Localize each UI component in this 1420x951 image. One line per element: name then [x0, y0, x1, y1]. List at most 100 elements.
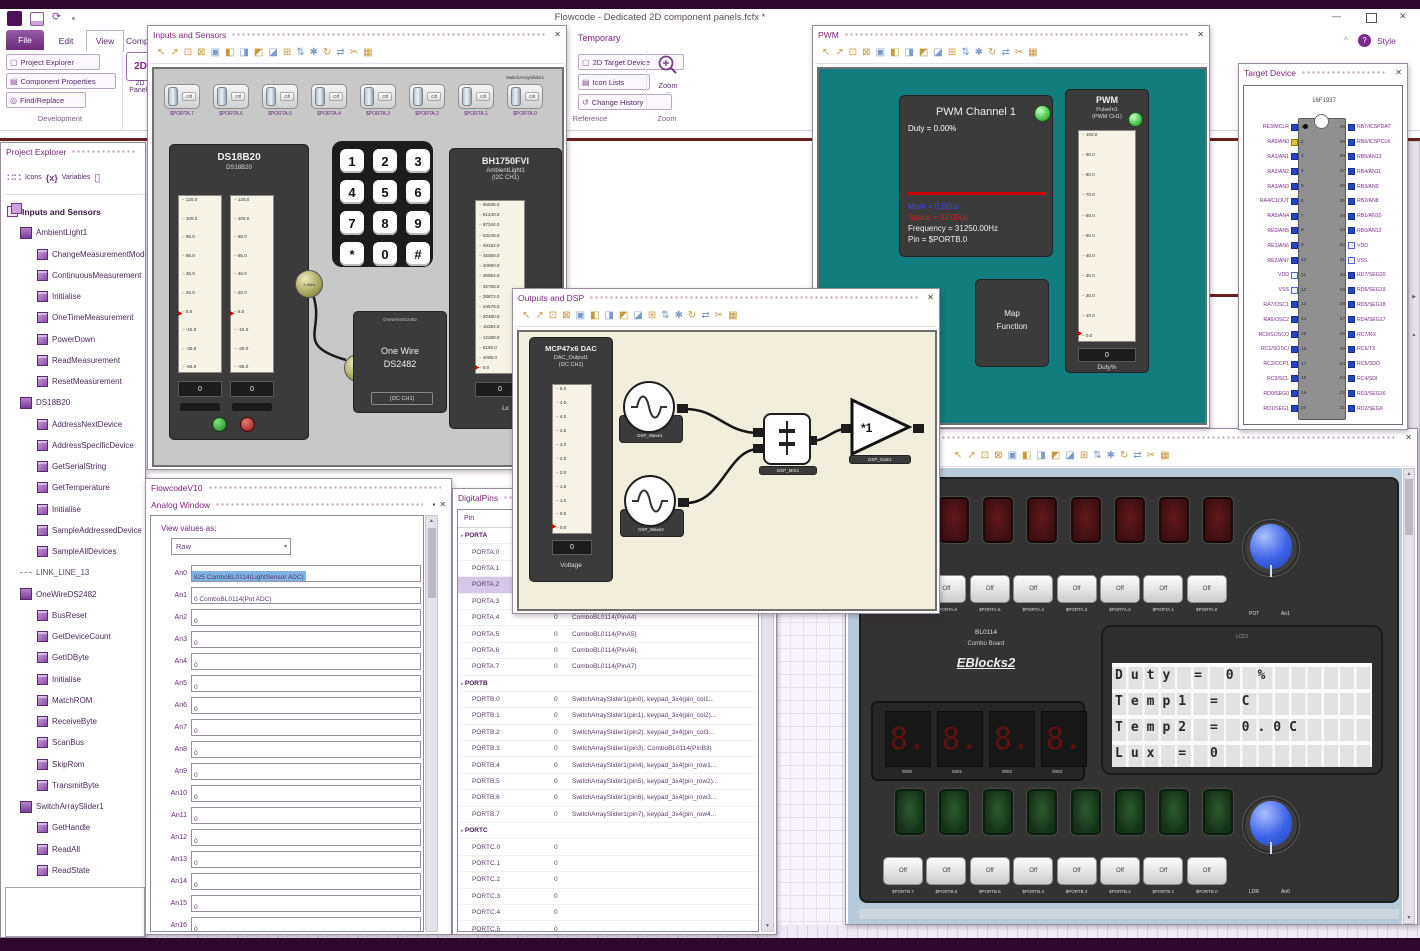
analog-value-field[interactable]: 0	[191, 806, 421, 824]
tree-item[interactable]: SampleAllDevices	[3, 541, 145, 562]
dsp-mix-component[interactable]: DSP_MIX1	[759, 413, 817, 475]
digital-pin-row[interactable]: PORTC.1 0	[458, 856, 758, 873]
dsp-wave2-component[interactable]: DSP_Wave2	[620, 475, 684, 537]
map-function-component[interactable]: Map Function	[975, 279, 1049, 367]
pin-pad-right[interactable]	[1348, 390, 1355, 398]
pin-label-right[interactable]: RD5/SEG18	[1355, 302, 1398, 308]
pin-label-right[interactable]: RC4/SDI	[1355, 376, 1398, 382]
pin-label-right[interactable]: VSS	[1355, 258, 1398, 264]
tree-item[interactable]: MatchROM	[3, 690, 145, 711]
minimize-icon[interactable]: ▪	[432, 500, 435, 509]
port-off-button[interactable]: Off	[1143, 575, 1184, 603]
analog-value-field[interactable]: 0	[191, 828, 421, 846]
tree-item[interactable]: ReadMeasurement	[3, 350, 145, 371]
pin-pad-right[interactable]	[1348, 183, 1355, 191]
scroll-thumb[interactable]	[1405, 479, 1413, 535]
port-off-button[interactable]: Off	[969, 857, 1010, 885]
tree-item[interactable]: SampleAddressedDevice	[3, 520, 145, 541]
pin-pad-left[interactable]	[1291, 405, 1298, 413]
variables-icon[interactable]: {x}	[46, 173, 58, 183]
pin-label-left[interactable]: RA6/OSC2	[1248, 317, 1291, 323]
port-off-button[interactable]: Off	[1013, 575, 1054, 603]
toolbar-icon[interactable]: ↗	[835, 48, 843, 58]
pin-label-left[interactable]: RE0/AN5	[1248, 228, 1291, 234]
digital-pin-row[interactable]: PORTC.4 0	[458, 905, 758, 922]
pin-label-left[interactable]: RC1/SOSCI	[1248, 346, 1291, 352]
analog-value-field[interactable]: 0	[191, 762, 421, 780]
toolbar-icon[interactable]: ◪	[1065, 451, 1074, 461]
tree-item[interactable]: DS18B20	[3, 392, 145, 413]
pin-label-left[interactable]: RE2/AN7	[1248, 258, 1291, 264]
tree-item[interactable]: PowerDown	[3, 329, 145, 350]
ldr-knob[interactable]	[1243, 797, 1299, 854]
tree-item[interactable]: Initialise	[3, 669, 145, 690]
pin-label-right[interactable]: RB6/ICSPCLK	[1355, 139, 1398, 145]
undo-icon[interactable]: ⟳	[52, 10, 61, 23]
pin-pad-left[interactable]	[1291, 153, 1298, 161]
board-horizontal-scrollbar[interactable]	[859, 909, 1399, 919]
toolbar-icon[interactable]: ✱	[1107, 451, 1115, 461]
digital-pin-row[interactable]: PORTC.5 0	[458, 921, 758, 931]
pin-pad-left[interactable]	[1291, 257, 1298, 265]
pin-label-left[interactable]: RE3/MCLR	[1248, 124, 1291, 130]
pin-pad-right[interactable]	[1348, 168, 1355, 176]
port-off-button[interactable]: Off	[1143, 857, 1184, 885]
pin-pad-left[interactable]	[1291, 271, 1298, 279]
tree-item[interactable]: ReceiveByte	[3, 711, 145, 732]
pin-pad-right[interactable]	[1348, 375, 1355, 383]
tree-item[interactable]: OneWireDS2482	[3, 584, 145, 605]
pin-pad-right[interactable]	[1348, 286, 1355, 294]
ribbon-collapse-chevron[interactable]: ^	[1344, 36, 1348, 45]
tab-view[interactable]: View	[86, 30, 124, 52]
dsp-wave1-component[interactable]: DSP_Wave1	[619, 381, 683, 443]
toolbar-icon[interactable]: ▣	[876, 48, 885, 58]
port-off-button[interactable]: Off	[1099, 857, 1140, 885]
pin-label-right[interactable]: RB5/AN13	[1355, 154, 1398, 160]
tab-edit[interactable]: Edit	[50, 32, 82, 50]
tree-item[interactable]: ContinuousMeasurement	[3, 265, 145, 286]
style-menu[interactable]: Style	[1377, 36, 1396, 46]
tree-item[interactable]: GetTemperature	[3, 477, 145, 498]
tree-item[interactable]: SwitchArraySlider1	[3, 796, 145, 817]
pin-label-right[interactable]: RC5/SDO	[1355, 361, 1398, 367]
toolbar-icon[interactable]: ◩	[1051, 451, 1060, 461]
project-explorer-caption[interactable]: Project Explorer	[1, 143, 145, 160]
analog-value-field[interactable]: 825 ComboBL0114(LightSensor ADC)	[191, 564, 421, 582]
tree-item[interactable]: BusReset	[3, 605, 145, 626]
pin-pad-left[interactable]	[1291, 168, 1298, 176]
tree-item[interactable]: LINK_LINE_13	[3, 562, 145, 583]
toolbar-icon[interactable]: ↻	[988, 48, 996, 58]
tree-item[interactable]: ChangeMeasurementMode	[3, 244, 145, 265]
pin-label-right[interactable]: RD2/SEG9	[1355, 406, 1398, 412]
digital-pin-row[interactable]: PORTB.5 0 SwitchArraySlider1(pin5), keyp…	[458, 774, 758, 791]
pin-label-left[interactable]: RA2/AN2	[1248, 169, 1291, 175]
tree-item[interactable]: Initialise	[3, 286, 145, 307]
pin-pad-right[interactable]	[1348, 227, 1355, 235]
pin-pad-right[interactable]	[1348, 212, 1355, 220]
app-icon[interactable]	[7, 11, 22, 26]
minimize-button[interactable]: —	[1332, 11, 1341, 21]
pin-label-right[interactable]: RC7/RX	[1355, 332, 1398, 338]
scroll-thumb[interactable]	[428, 528, 436, 598]
toolbar-icon[interactable]: ◩	[919, 48, 928, 58]
board-vertical-scrollbar[interactable]: ▲ ▼	[1403, 468, 1415, 924]
pin-pad-right[interactable]	[1348, 153, 1355, 161]
tree-item[interactable]: Initialise	[3, 499, 145, 520]
analog-value-field[interactable]: 0	[191, 630, 421, 648]
toolbar-icon[interactable]: ▦	[1028, 48, 1037, 58]
toolbar-icon[interactable]: ↻	[1120, 451, 1128, 461]
tree-item[interactable]: AddressSpecificDevice	[3, 435, 145, 456]
pin-label-left[interactable]: VSS	[1248, 287, 1291, 293]
toolbar-icon[interactable]: ↖	[954, 451, 962, 461]
pin-pad-left[interactable]	[1291, 242, 1298, 250]
scroll-right-arrow[interactable]: ▶	[1409, 294, 1419, 300]
pin-pad-left[interactable]	[1291, 286, 1298, 294]
clipped-tab-icon[interactable]: ▯	[94, 171, 100, 184]
toolbar-icon[interactable]: ↖	[822, 48, 830, 58]
icon-lists-button[interactable]: ▤ Icon Lists	[578, 74, 650, 90]
pin-label-right[interactable]: RB1/AN10	[1355, 213, 1398, 219]
toolbar-icon[interactable]: ⊡	[849, 48, 857, 58]
toolbar-icon[interactable]: ⇅	[1093, 451, 1101, 461]
pin-pad-left[interactable]	[1291, 197, 1298, 205]
digital-pin-row[interactable]: PORTB.6 0 SwitchArraySlider1(pin6), keyp…	[458, 790, 758, 807]
